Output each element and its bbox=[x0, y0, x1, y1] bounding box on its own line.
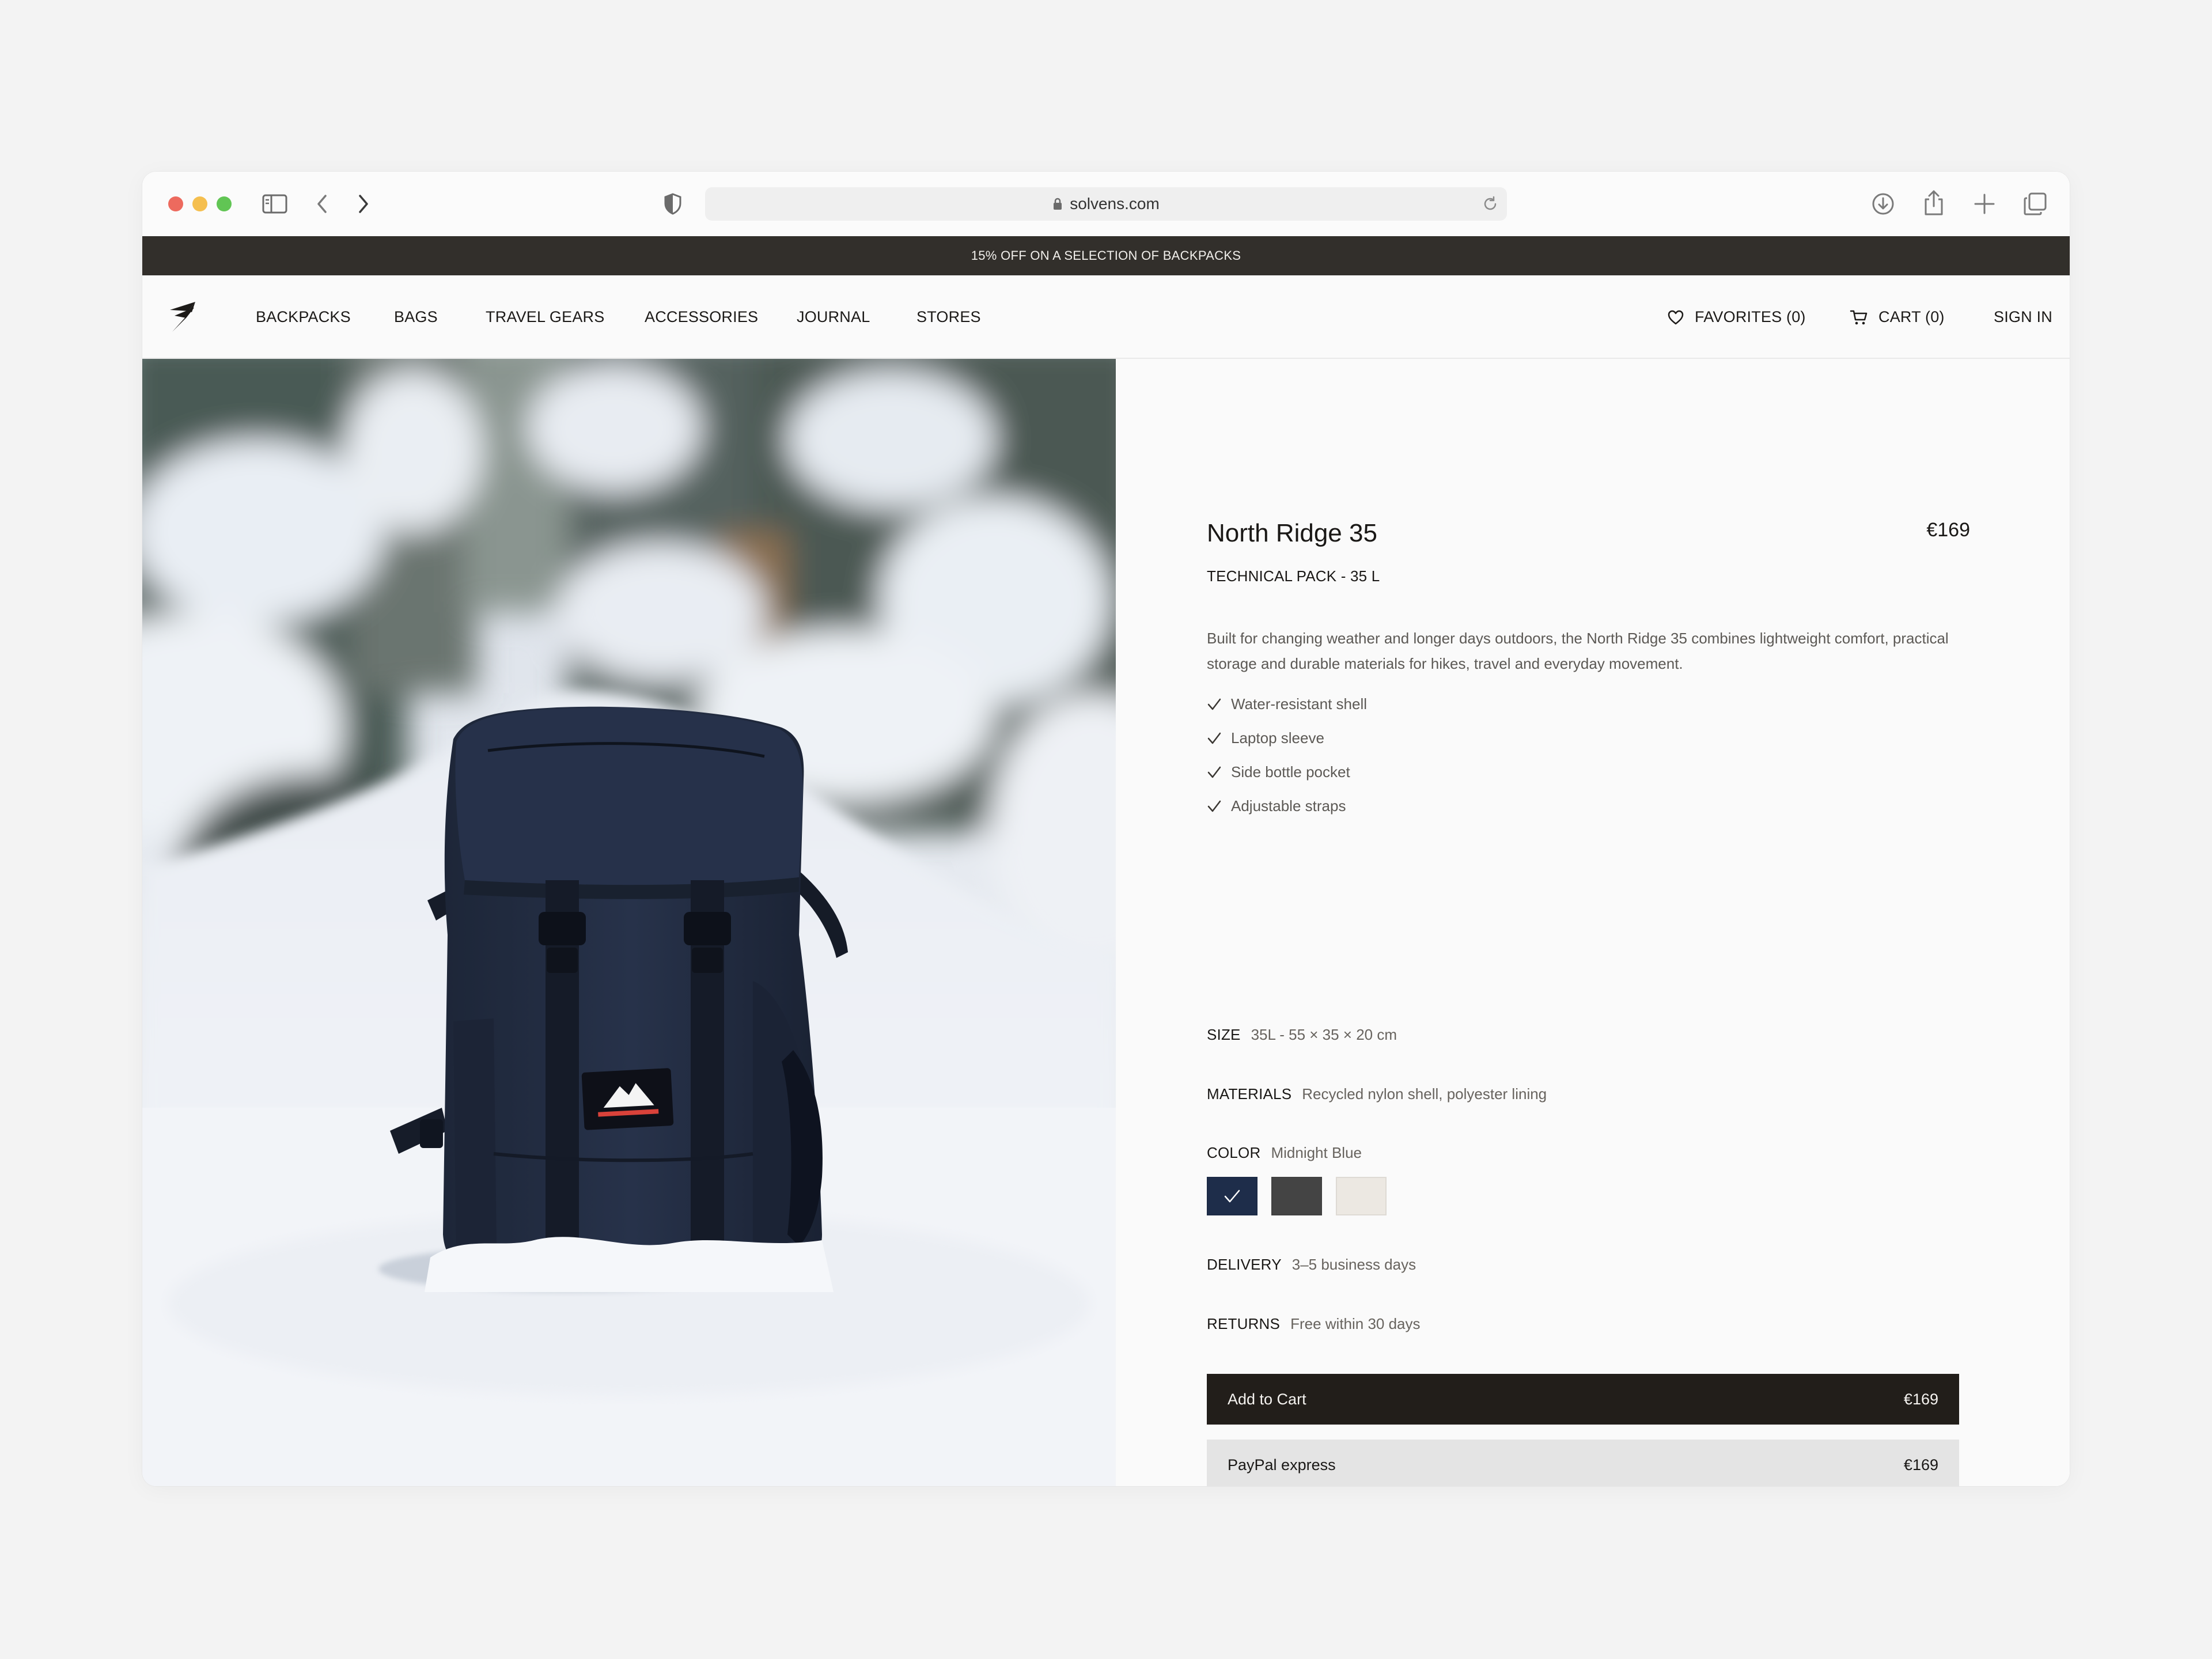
reload-icon[interactable] bbox=[1482, 195, 1499, 217]
feature-item: Adjustable straps bbox=[1207, 789, 1367, 823]
minimize-window-button[interactable] bbox=[192, 196, 207, 211]
nav-accessories[interactable]: ACCESSORIES bbox=[645, 275, 758, 359]
address-bar[interactable]: solvens.com bbox=[705, 187, 1507, 221]
nav-bags[interactable]: BAGS bbox=[394, 275, 438, 359]
paypal-label: PayPal express bbox=[1228, 1456, 1336, 1474]
browser-window: solvens.com 15% OFF ON A SELECTION OF BA… bbox=[142, 172, 2070, 1486]
close-window-button[interactable] bbox=[168, 196, 183, 211]
add-to-cart-label: Add to Cart bbox=[1228, 1390, 1306, 1408]
size-label: SIZE bbox=[1207, 1026, 1241, 1043]
color-label: COLOR bbox=[1207, 1144, 1261, 1161]
forward-arrow-icon[interactable] bbox=[355, 192, 370, 215]
checkmark-icon bbox=[1207, 698, 1221, 710]
download-icon[interactable] bbox=[1870, 191, 1896, 217]
materials-value: Recycled nylon shell, polyester lining bbox=[1302, 1085, 1547, 1103]
materials-row: MATERIALS Recycled nylon shell, polyester… bbox=[1207, 1085, 1547, 1103]
feature-item: Side bottle pocket bbox=[1207, 755, 1367, 789]
swatch-sand[interactable] bbox=[1336, 1177, 1387, 1215]
paypal-price: €169 bbox=[1903, 1456, 1938, 1474]
paypal-express-button[interactable]: PayPal express €169 bbox=[1207, 1440, 1959, 1486]
brand-logo-icon[interactable] bbox=[169, 301, 201, 336]
add-to-cart-price: €169 bbox=[1903, 1390, 1938, 1408]
feature-label: Adjustable straps bbox=[1231, 797, 1346, 815]
delivery-label: DELIVERY bbox=[1207, 1256, 1282, 1273]
nav-backpacks[interactable]: BACKPACKS bbox=[256, 275, 351, 359]
delivery-value: 3–5 business days bbox=[1291, 1256, 1416, 1273]
swatch-midnight-blue[interactable] bbox=[1207, 1177, 1257, 1215]
product-info-panel: North Ridge 35 €169 TECHNICAL PACK - 35 … bbox=[1116, 359, 2070, 1486]
nav-travel-gears[interactable]: TRAVEL GEARS bbox=[486, 275, 604, 359]
cart-link[interactable]: CART (0) bbox=[1850, 275, 1945, 359]
feature-label: Water-resistant shell bbox=[1231, 695, 1367, 713]
product-description: Built for changing weather and longer da… bbox=[1207, 630, 1949, 672]
returns-value: Free within 30 days bbox=[1290, 1315, 1421, 1332]
feature-list: Water-resistant shell Laptop sleeve Side… bbox=[1207, 687, 1367, 823]
feature-label: Laptop sleeve bbox=[1231, 729, 1324, 747]
checkmark-icon bbox=[1207, 766, 1221, 778]
product-price: €169 bbox=[1926, 519, 1970, 541]
returns-row: RETURNS Free within 30 days bbox=[1207, 1315, 1421, 1333]
color-value: Midnight Blue bbox=[1271, 1144, 1362, 1161]
cart-icon bbox=[1850, 310, 1868, 324]
swatch-charcoal[interactable] bbox=[1271, 1177, 1322, 1215]
size-value: 35L - 55 × 35 × 20 cm bbox=[1251, 1026, 1397, 1043]
announcement-bar: 15% OFF ON A SELECTION OF BACKPACKS bbox=[142, 236, 2070, 275]
returns-label: RETURNS bbox=[1207, 1315, 1281, 1332]
privacy-shield-icon[interactable] bbox=[663, 192, 683, 215]
checkmark-icon bbox=[1224, 1190, 1240, 1202]
browser-toolbar: solvens.com bbox=[142, 172, 2070, 236]
nav-journal[interactable]: JOURNAL bbox=[797, 275, 870, 359]
checkmark-icon bbox=[1207, 800, 1221, 812]
heart-icon bbox=[1668, 310, 1684, 324]
nav-stores[interactable]: STORES bbox=[916, 275, 981, 359]
product-title: North Ridge 35 bbox=[1207, 519, 1377, 547]
color-swatches bbox=[1207, 1177, 1400, 1215]
product-image bbox=[142, 359, 1116, 1486]
favorites-label: FAVORITES (0) bbox=[1695, 308, 1806, 325]
feature-label: Side bottle pocket bbox=[1231, 763, 1350, 781]
site-nav: BACKPACKS BAGS TRAVEL GEARS ACCESSORIES … bbox=[142, 275, 2070, 359]
checkmark-icon bbox=[1207, 732, 1221, 744]
sign-in-link[interactable]: SIGN IN bbox=[1994, 275, 2052, 359]
sidebar-toggle-icon[interactable] bbox=[262, 194, 287, 214]
new-tab-plus-icon[interactable] bbox=[1973, 192, 1996, 215]
lock-icon bbox=[1052, 197, 1063, 211]
feature-item: Laptop sleeve bbox=[1207, 721, 1367, 755]
share-icon[interactable] bbox=[1921, 189, 1946, 217]
materials-label: MATERIALS bbox=[1207, 1085, 1292, 1103]
product-subtitle: TECHNICAL PACK - 35 L bbox=[1207, 567, 1380, 585]
size-row: SIZE 35L - 55 × 35 × 20 cm bbox=[1207, 1026, 1397, 1044]
tab-overview-icon[interactable] bbox=[2022, 191, 2048, 217]
feature-item: Water-resistant shell bbox=[1207, 687, 1367, 721]
url-text: solvens.com bbox=[1070, 195, 1160, 213]
cart-label: CART (0) bbox=[1878, 308, 1945, 325]
delivery-row: DELIVERY 3–5 business days bbox=[1207, 1256, 1416, 1274]
zoom-window-button[interactable] bbox=[217, 196, 232, 211]
favorites-link[interactable]: FAVORITES (0) bbox=[1667, 275, 1806, 359]
add-to-cart-button[interactable]: Add to Cart €169 bbox=[1207, 1374, 1959, 1425]
announcement-text: 15% OFF ON A SELECTION OF BACKPACKS bbox=[971, 248, 1241, 263]
color-row: COLOR Midnight Blue bbox=[1207, 1144, 1362, 1162]
back-arrow-icon[interactable] bbox=[315, 192, 330, 215]
